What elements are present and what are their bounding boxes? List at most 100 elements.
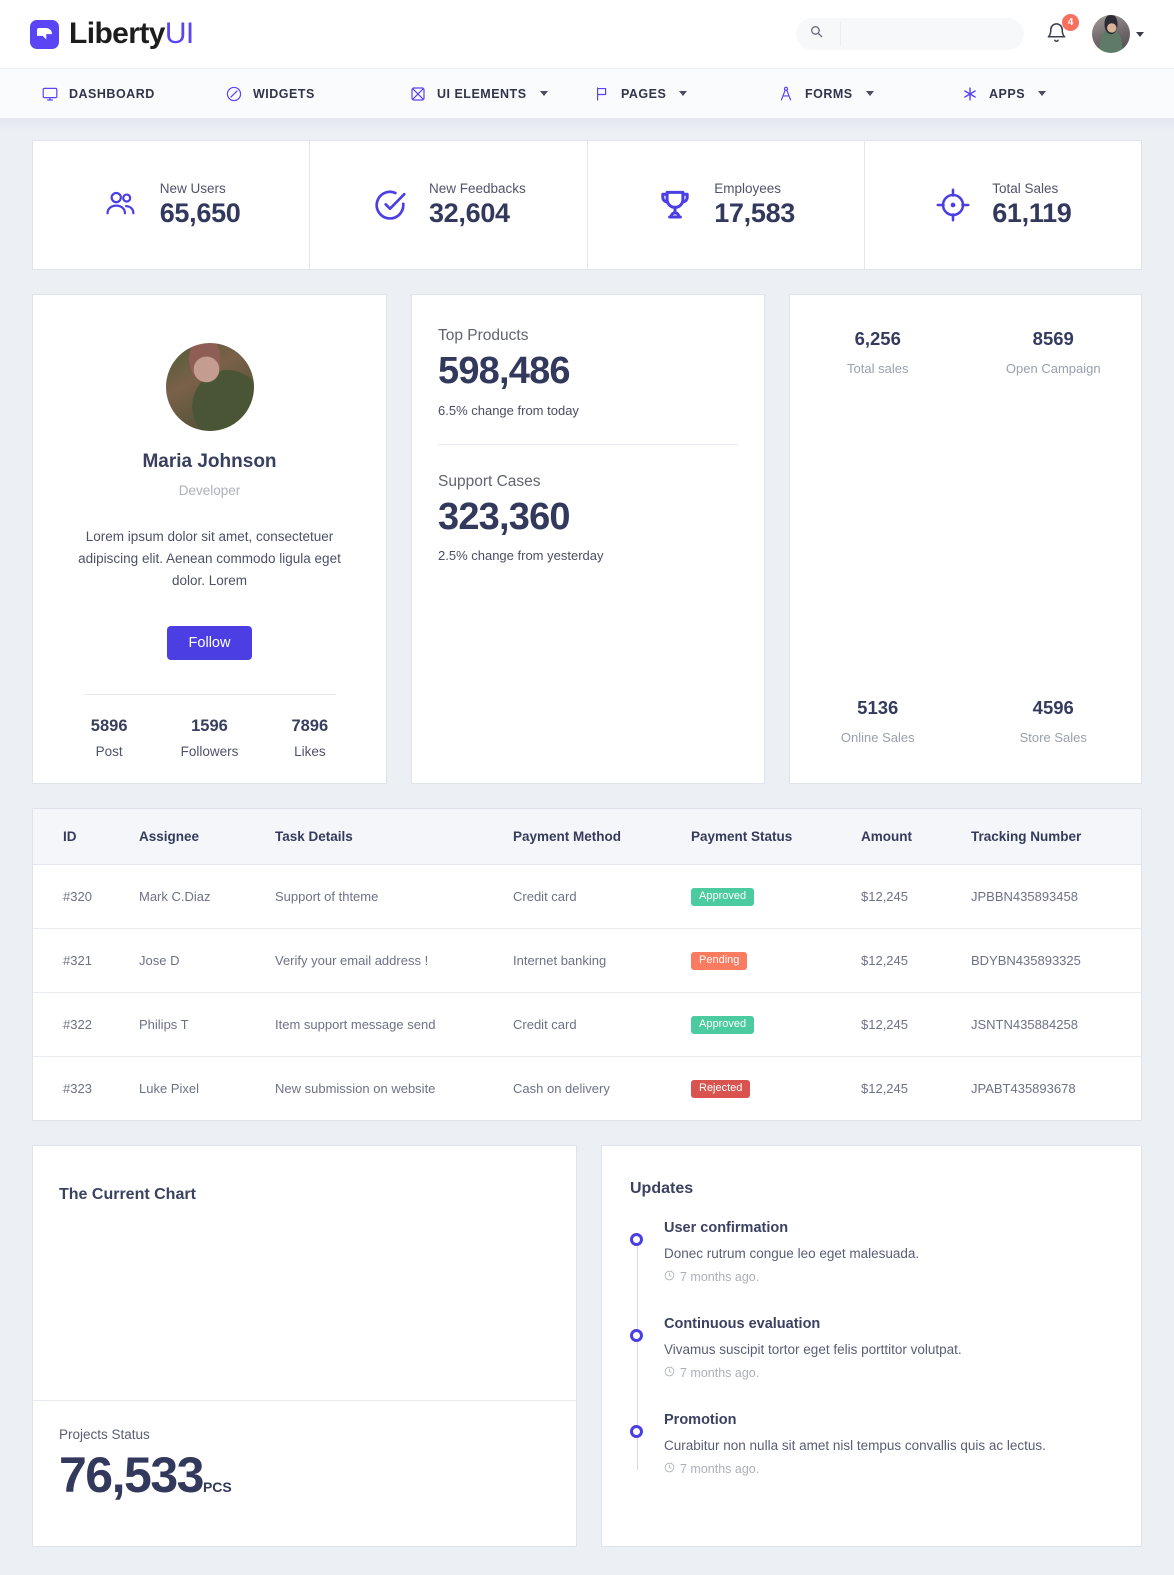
stats-summary-row: New Users 65,650 New Feedbacks 32,604 Em… — [32, 140, 1142, 270]
stat-value: 32,604 — [428, 198, 510, 228]
liberty-logo-icon — [30, 19, 59, 49]
stat-value: 8569 — [1032, 328, 1074, 349]
brand-suffix: UI — [164, 17, 194, 50]
timestamp-text: 7 months ago. — [680, 1366, 760, 1380]
transactions-table: ID Assignee Task Details Payment Method … — [33, 809, 1141, 1120]
value-unit: PCS — [202, 1479, 232, 1495]
table-row[interactable]: #323 Luke Pixel New submission on websit… — [33, 1057, 1141, 1121]
table-header-row: ID Assignee Task Details Payment Method … — [33, 809, 1141, 865]
column-header-task-details[interactable]: Task Details — [265, 809, 503, 865]
stat-label: Post — [95, 743, 123, 759]
timeline-dot-icon — [630, 1425, 643, 1438]
chevron-down-icon — [1136, 31, 1144, 37]
cell-task: New submission on website — [275, 1081, 436, 1096]
target-icon — [934, 186, 972, 224]
nav-item-pages[interactable]: PAGES — [594, 86, 778, 102]
table-row[interactable]: #320 Mark C.Diaz Support of thteme Credi… — [33, 864, 1141, 929]
profile-role: Developer — [178, 483, 241, 498]
nav-label: DASHBOARD — [69, 86, 155, 101]
timeline-item[interactable]: User confirmation Donec rutrum congue le… — [630, 1220, 1113, 1284]
search-box[interactable] — [796, 18, 1024, 50]
brand-title: LibertyUI — [69, 17, 194, 51]
projects-status-value: 76,533PCS — [59, 1446, 550, 1504]
column-header-payment-status[interactable]: Payment Status — [681, 809, 851, 865]
chevron-down-icon — [1038, 91, 1047, 96]
status-badge: Rejected — [691, 1080, 751, 1098]
stat-label: Total Sales — [992, 181, 1059, 196]
chevron-down-icon — [679, 91, 688, 96]
nav-item-ui-elements[interactable]: UI ELEMENTS — [410, 86, 594, 102]
notifications-button[interactable]: 4 — [1046, 14, 1079, 48]
header-shadow — [0, 119, 1174, 132]
column-header-tracking-number[interactable]: Tracking Number — [961, 809, 1141, 865]
stat-label: New Feedbacks — [428, 181, 526, 196]
cell-method: Credit card — [503, 992, 681, 1057]
brand-logo[interactable]: LibertyUI — [30, 17, 194, 51]
block-value: 323,360 — [438, 495, 571, 538]
current-chart-card: The Current Chart Projects Status 76,533… — [32, 1145, 577, 1547]
timestamp-text: 7 months ago. — [680, 1462, 760, 1476]
profile-bio: Lorem ipsum dolor sit amet, consectetuer… — [78, 529, 341, 588]
nav-item-dashboard[interactable]: DASHBOARD — [42, 86, 226, 102]
column-header-amount[interactable]: Amount — [851, 809, 961, 865]
updates-title: Updates — [630, 1180, 694, 1197]
clock-icon — [664, 1270, 675, 1284]
atom-icon — [410, 86, 426, 102]
chart-area: The Current Chart — [33, 1146, 576, 1400]
user-menu[interactable] — [1092, 15, 1144, 53]
update-timestamp: 7 months ago. — [664, 1462, 1113, 1476]
timeline-item[interactable]: Promotion Curabitur non nulla sit amet n… — [630, 1412, 1113, 1476]
column-header-assignee[interactable]: Assignee — [129, 809, 265, 865]
update-timestamp: 7 months ago. — [664, 1270, 1113, 1284]
nav-label: FORMS — [805, 86, 853, 101]
users-icon — [102, 186, 140, 224]
update-timestamp: 7 months ago. — [664, 1366, 1113, 1380]
top-bar-actions: 4 — [796, 14, 1144, 53]
table-row[interactable]: #321 Jose D Verify your email address ! … — [33, 928, 1141, 993]
block-value: 598,486 — [438, 350, 571, 392]
bottom-row: The Current Chart Projects Status 76,533… — [32, 1145, 1142, 1569]
divider — [83, 693, 336, 695]
cell-status: Approved — [681, 992, 851, 1057]
stat-label: Online Sales — [840, 730, 915, 745]
table-row[interactable]: #322 Philips T Item support message send… — [33, 992, 1141, 1057]
cell-assignee: Mark C.Diaz — [129, 864, 265, 929]
nav-item-apps[interactable]: APPS — [962, 86, 1146, 102]
cell-method: Cash on delivery — [513, 1081, 610, 1096]
update-description: Donec rutrum congue leo eget malesuada. — [664, 1246, 920, 1261]
table-header: ID Assignee Task Details Payment Method … — [33, 809, 1141, 865]
updates-card: Updates User confirmation Donec rutrum c… — [601, 1145, 1142, 1547]
transactions-table-card: ID Assignee Task Details Payment Method … — [32, 808, 1142, 1121]
stat-label: New Users — [159, 181, 226, 196]
notification-count-badge: 4 — [1062, 14, 1079, 31]
top-products-block: Top Products 598,486 6.5% change from to… — [438, 327, 738, 418]
nav-item-widgets[interactable]: WIDGETS — [226, 86, 410, 102]
compass-draw-icon — [778, 86, 794, 102]
update-title: Continuous evaluation — [664, 1316, 821, 1332]
cell-amount: $12,245 — [861, 1081, 908, 1096]
timeline-item[interactable]: Continuous evaluation Vivamus suscipit t… — [630, 1316, 1113, 1380]
bell-icon — [1046, 23, 1067, 48]
profile-name: Maria Johnson — [142, 451, 277, 472]
stat-card-employees: Employees 17,583 — [588, 141, 865, 269]
stat-value: 5136 — [857, 697, 899, 718]
status-badge: Pending — [691, 952, 748, 970]
nav-item-forms[interactable]: FORMS — [778, 86, 962, 102]
stat-label: Open Campaign — [1005, 361, 1101, 376]
products-card: Top Products 598,486 6.5% change from to… — [411, 294, 765, 784]
follow-button[interactable]: Follow — [166, 625, 253, 660]
status-badge: Approved — [691, 1016, 755, 1034]
flag-icon — [594, 86, 610, 102]
cell-amount: $12,245 — [851, 992, 961, 1057]
sales-top-row: 6,256 Total sales 8569 Open Campaign — [790, 328, 1141, 376]
search-input[interactable] — [837, 27, 997, 41]
chevron-down-icon — [865, 91, 874, 96]
cell-id: #320 — [33, 864, 129, 929]
update-description: Vivamus suscipit tortor eget felis portt… — [664, 1342, 962, 1357]
column-header-id[interactable]: ID — [33, 809, 129, 865]
column-header-payment-method[interactable]: Payment Method — [503, 809, 681, 865]
block-change: 2.5% change from yesterday — [438, 548, 604, 564]
cell-task: Support of thteme — [265, 864, 503, 929]
nav-label: WIDGETS — [253, 86, 315, 101]
cell-task: Item support message send — [265, 992, 503, 1057]
